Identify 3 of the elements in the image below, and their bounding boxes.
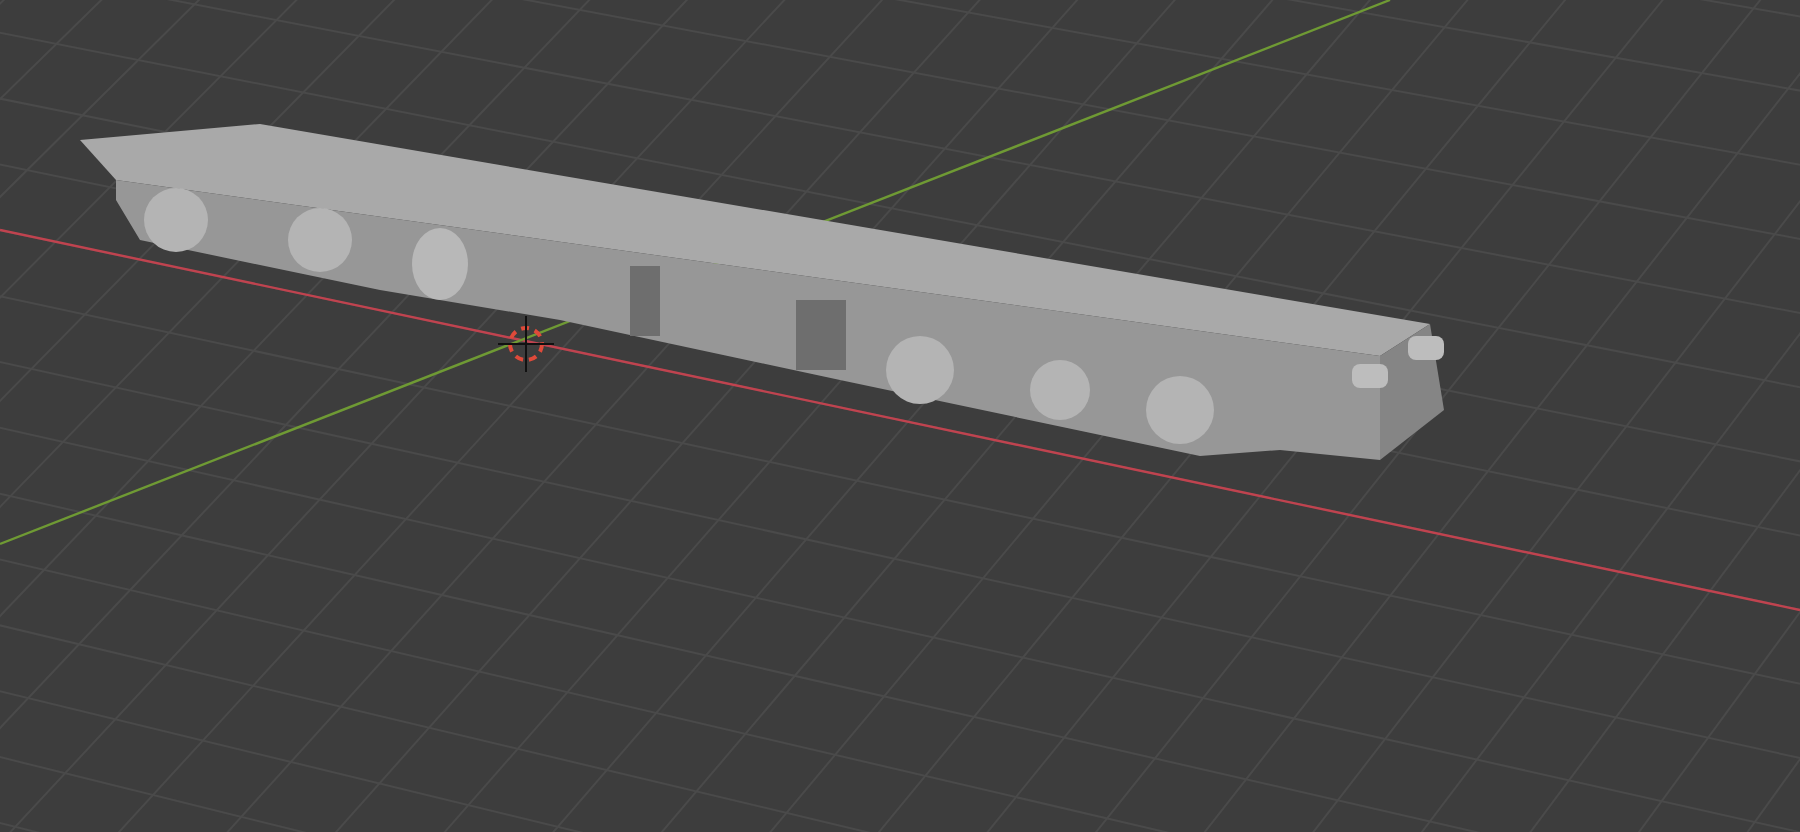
3d-viewport[interactable] [0,0,1800,832]
3d-cursor-icon[interactable] [497,315,555,373]
train-chassis-drawing[interactable] [80,124,1444,460]
